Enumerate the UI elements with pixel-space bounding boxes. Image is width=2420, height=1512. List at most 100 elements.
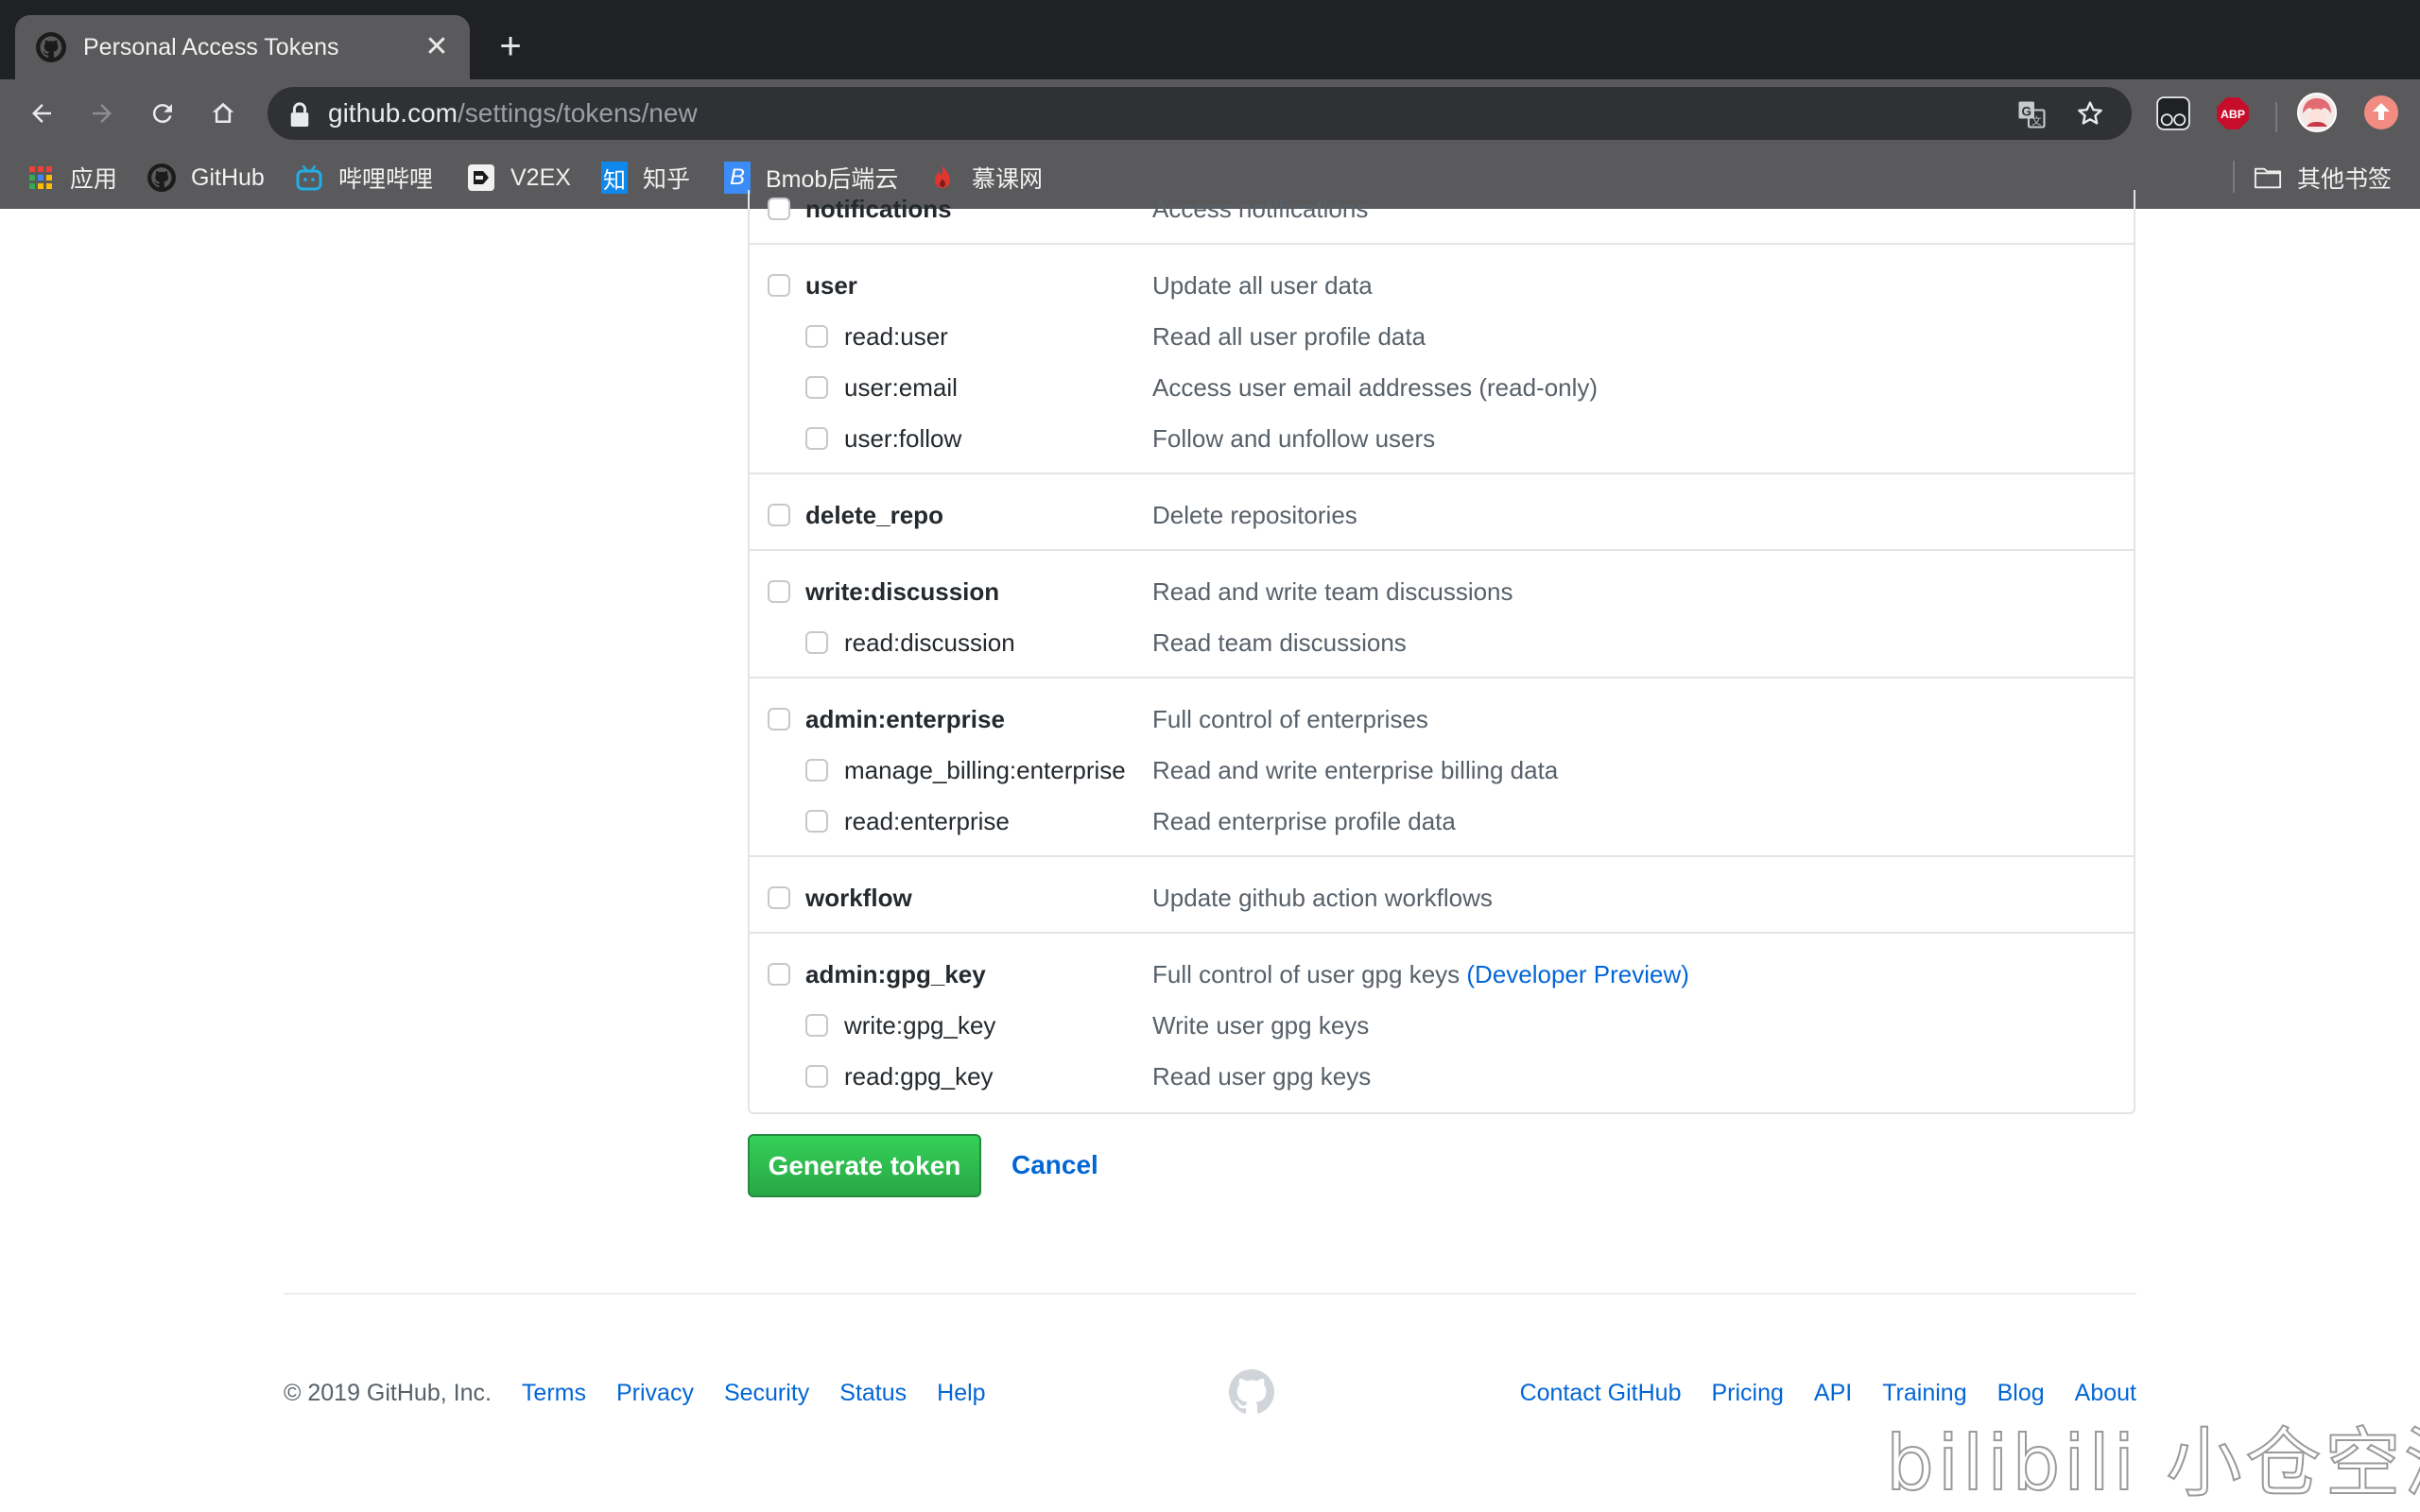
scope-description-text: Delete repositories xyxy=(1152,501,1357,529)
svg-text:文: 文 xyxy=(2031,115,2042,128)
footer-link-contact[interactable]: Contact GitHub xyxy=(1520,1377,1682,1409)
scope-checkbox[interactable] xyxy=(768,504,790,526)
github-favicon-icon xyxy=(36,32,66,62)
home-button[interactable] xyxy=(202,93,244,134)
svg-text:G: G xyxy=(2021,105,2031,119)
profile-avatar[interactable] xyxy=(2297,93,2337,132)
scope-description: Write user gpg keys xyxy=(1152,1006,1369,1044)
bilibili-watermark: bilibili 小仓空渚 xyxy=(1885,1410,2420,1512)
scope-row: delete_repo Delete repositories xyxy=(750,496,2134,534)
adblock-plus-icon[interactable]: ABP xyxy=(2216,96,2250,130)
scope-description-text: Read user gpg keys xyxy=(1152,1062,1372,1091)
scope-description: Access user email addresses (read-only) xyxy=(1152,369,1598,406)
scope-checkbox[interactable] xyxy=(805,1065,828,1088)
back-button[interactable] xyxy=(21,93,62,134)
forward-button[interactable] xyxy=(81,93,123,134)
scope-name: delete_repo xyxy=(805,501,943,529)
scope-description-text: Read and write team discussions xyxy=(1152,577,1513,606)
scope-checkbox[interactable] xyxy=(805,810,828,833)
url-host: github.com xyxy=(328,98,458,128)
scope-row: read:enterprise Read enterprise profile d… xyxy=(750,802,2134,840)
scope-group: write:discussion Read and write team disc… xyxy=(750,553,2134,679)
scope-description-text: Write user gpg keys xyxy=(1152,1011,1370,1040)
tab-title: Personal Access Tokens xyxy=(83,34,339,60)
bookmark-v2ex[interactable]: V2EX xyxy=(467,161,571,195)
cancel-link[interactable]: Cancel xyxy=(1011,1148,1098,1182)
bilibili-icon xyxy=(296,164,322,191)
scope-checkbox[interactable] xyxy=(805,427,828,450)
imooc-flame-icon xyxy=(935,165,950,188)
reload-button[interactable] xyxy=(142,93,183,134)
scope-description-text: Access user email addresses (read-only) xyxy=(1152,373,1599,402)
scope-row: user:email Access user email addresses (r… xyxy=(750,369,2134,406)
footer-link-api[interactable]: API xyxy=(1814,1377,1852,1409)
arrow-right-icon xyxy=(93,104,112,123)
scope-row: write:discussion Read and write team disc… xyxy=(750,573,2134,610)
scope-description: Access notifications xyxy=(1152,190,1368,228)
svg-text:ABP: ABP xyxy=(2221,108,2245,121)
tampermonkey-icon[interactable] xyxy=(2156,96,2190,130)
close-tab-icon[interactable]: ✕ xyxy=(422,32,452,62)
bookmark-zhihu[interactable]: 知 知乎 xyxy=(601,161,690,195)
bookmark-bilibili[interactable]: 哔哩哔哩 xyxy=(295,161,433,195)
scope-checkbox[interactable] xyxy=(768,274,790,297)
scope-group: user Update all user data read:user Read al… xyxy=(750,247,2134,474)
bookmark-star-icon[interactable] xyxy=(2075,98,2105,129)
other-bookmarks-label: 其他书签 xyxy=(2297,166,2393,193)
scope-description-text: Full control of user gpg keys xyxy=(1152,960,1461,988)
translate-icon[interactable]: G文 xyxy=(2017,100,2046,129)
address-bar[interactable]: github.com/settings/tokens/new G文 xyxy=(268,87,2132,140)
scope-checkbox[interactable] xyxy=(768,198,790,220)
scope-description: Read and write enterprise billing data xyxy=(1152,751,1558,789)
footer-link-blog[interactable]: Blog xyxy=(1997,1377,2045,1409)
github-logo-icon[interactable] xyxy=(1229,1369,1274,1415)
scope-name: user:email xyxy=(844,373,958,402)
scope-name: read:gpg_key xyxy=(844,1062,994,1091)
v2ex-icon xyxy=(468,164,494,191)
scope-checkbox[interactable] xyxy=(805,376,828,399)
scope-checkbox[interactable] xyxy=(805,759,828,782)
scope-name: read:user xyxy=(844,322,948,351)
scope-row: user Update all user data xyxy=(750,266,2134,304)
bookmark-github[interactable]: GitHub xyxy=(147,161,265,195)
scopes-table: notifications Access notifications user Upd… xyxy=(748,190,2135,1114)
scope-checkbox[interactable] xyxy=(768,708,790,730)
browser-tab-active[interactable]: Personal Access Tokens ✕ xyxy=(15,15,470,79)
footer-link-security[interactable]: Security xyxy=(724,1377,809,1409)
scope-checkbox[interactable] xyxy=(768,886,790,909)
scope-description: Read all user profile data xyxy=(1152,318,1426,355)
scope-name: write:gpg_key xyxy=(844,1011,996,1040)
developer-preview-link[interactable]: (Developer Preview) xyxy=(1466,960,1689,988)
toolbar-separator xyxy=(2275,102,2277,132)
update-arrow-icon[interactable] xyxy=(2363,94,2399,130)
scope-name: admin:enterprise xyxy=(805,705,1005,733)
scope-description-text: Full control of enterprises xyxy=(1152,705,1428,733)
generate-token-button[interactable]: Generate token xyxy=(748,1134,981,1197)
footer-link-status[interactable]: Status xyxy=(839,1377,907,1409)
bookmark-label: GitHub xyxy=(191,163,265,191)
lock-icon xyxy=(290,102,309,127)
footer-right: Contact GitHub Pricing API Training Blog… xyxy=(1490,1377,2136,1409)
footer-link-privacy[interactable]: Privacy xyxy=(616,1377,694,1409)
arrow-left-icon xyxy=(32,104,51,123)
other-bookmarks[interactable]: 其他书签 xyxy=(2254,161,2392,195)
new-tab-button[interactable]: + xyxy=(493,27,527,65)
footer-link-training[interactable]: Training xyxy=(1882,1377,1966,1409)
footer-link-help[interactable]: Help xyxy=(937,1377,985,1409)
scope-checkbox[interactable] xyxy=(805,631,828,654)
scope-checkbox[interactable] xyxy=(805,1014,828,1037)
url-text[interactable]: github.com/settings/tokens/new xyxy=(328,96,698,130)
bookmark-apps[interactable]: 应用 xyxy=(26,161,117,195)
scope-checkbox[interactable] xyxy=(805,325,828,348)
footer-link-terms[interactable]: Terms xyxy=(522,1377,586,1409)
scope-row: read:gpg_key Read user gpg keys xyxy=(750,1057,2134,1095)
scope-description: Update all user data xyxy=(1152,266,1373,304)
footer-link-about[interactable]: About xyxy=(2075,1377,2136,1409)
footer-link-pricing[interactable]: Pricing xyxy=(1711,1377,1783,1409)
scope-description-text: Update github action workflows xyxy=(1152,884,1493,912)
scope-row: read:user Read all user profile data xyxy=(750,318,2134,355)
scope-checkbox[interactable] xyxy=(768,963,790,986)
scope-checkbox[interactable] xyxy=(768,580,790,603)
scope-description-text: Read team discussions xyxy=(1152,628,1407,657)
scope-row: workflow Update github action workflows xyxy=(750,879,2134,917)
